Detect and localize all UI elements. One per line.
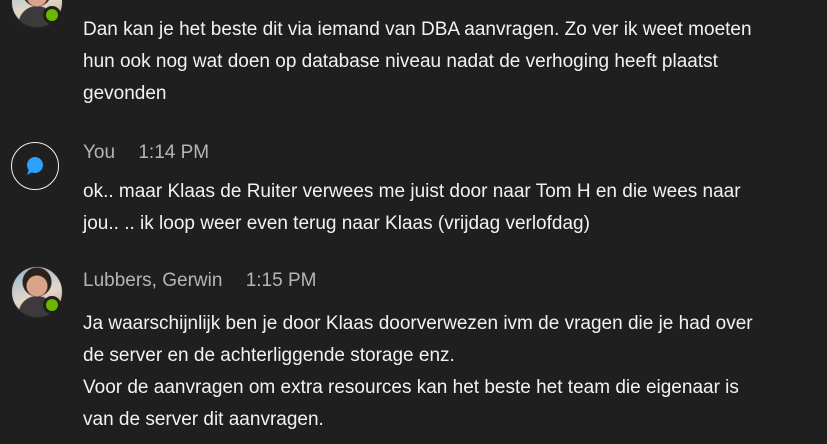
message-line: van de server dit aanvragen. — [83, 409, 324, 430]
message-group-2: You 1:14 PM ok.. maar Klaas de Ruiter ve… — [0, 138, 827, 248]
message-text: ok.. maar Klaas de Ruiter verwees me jui… — [83, 176, 813, 240]
message-group-1: Dan kan je het beste dit via iemand van … — [0, 0, 827, 120]
presence-available-icon — [43, 6, 61, 24]
message-line: de server en de achterliggende storage e… — [83, 345, 455, 366]
message-text: Ja waarschijnlijk ben je door Klaas door… — [83, 308, 813, 436]
chat-bubble-icon — [27, 157, 43, 175]
sender-name[interactable]: Lubbers, Gerwin — [83, 270, 222, 291]
message-group-3: Lubbers, Gerwin 1:15 PM Ja waarschijnlij… — [0, 262, 827, 444]
sender-name[interactable]: You — [83, 142, 115, 163]
timestamp: 1:15 PM — [245, 270, 317, 291]
timestamp: 1:14 PM — [138, 142, 210, 163]
message-line: hun ook nog wat doen op database niveau … — [83, 51, 718, 72]
message-line: gevonden — [83, 83, 167, 104]
message-line: ok.. maar Klaas de Ruiter verwees me jui… — [83, 181, 741, 202]
message-meta: Lubbers, Gerwin 1:15 PM — [83, 270, 316, 292]
presence-available-icon — [43, 296, 61, 314]
message-meta: You 1:14 PM — [83, 142, 209, 164]
avatar-self[interactable] — [11, 142, 59, 190]
message-line: jou.. .. ik loop weer even terug naar Kl… — [83, 213, 590, 234]
message-text: Dan kan je het beste dit via iemand van … — [83, 14, 813, 110]
message-line: Voor de aanvragen om extra resources kan… — [83, 377, 739, 398]
message-line: Ja waarschijnlijk ben je door Klaas door… — [83, 313, 753, 334]
message-line: Dan kan je het beste dit via iemand van … — [83, 19, 752, 40]
